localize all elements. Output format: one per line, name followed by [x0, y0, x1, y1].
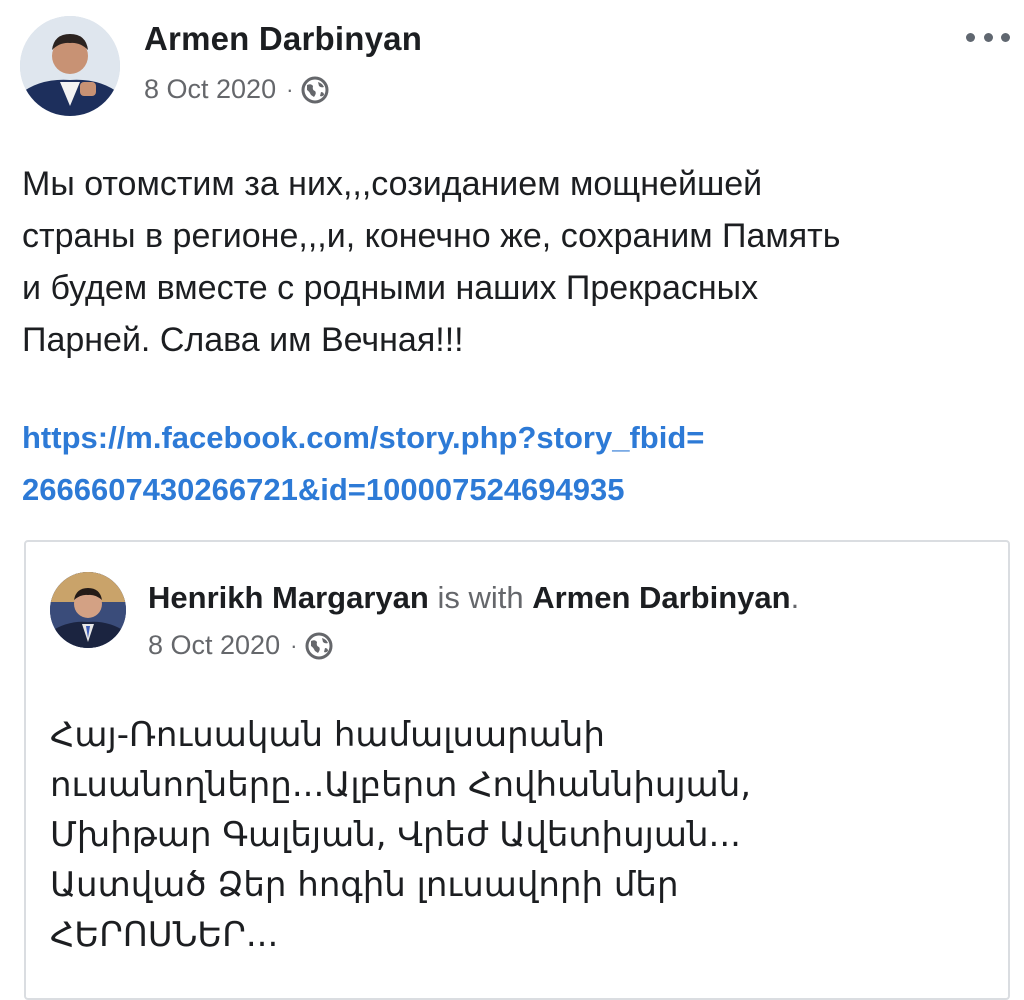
meta-separator: ·	[290, 632, 298, 658]
shared-with-text: is with	[428, 580, 533, 615]
post-text-line: и будем вместе с родными наших Прекрасны…	[22, 269, 759, 307]
shared-post-meta: 8 Oct 2020 ·	[148, 630, 333, 661]
post-meta: 8 Oct 2020 ·	[144, 74, 329, 105]
meta-separator: ·	[286, 76, 294, 102]
shared-post-date[interactable]: 8 Oct 2020	[148, 630, 280, 661]
shared-post-text: Հայ-Ռուսական համալսարանի ուսանողները...Ա…	[50, 710, 990, 960]
more-options-icon[interactable]	[966, 24, 1010, 50]
post-header: Armen Darbinyan 8 Oct 2020 ·	[20, 16, 1010, 116]
more-dot	[1001, 32, 1010, 42]
post-date[interactable]: 8 Oct 2020	[144, 74, 276, 105]
author-name[interactable]: Armen Darbinyan	[144, 20, 422, 58]
shared-text-line: Աստված Ձեր հոգին լուսավորի մեր	[50, 865, 679, 905]
shared-author-avatar[interactable]	[50, 572, 126, 648]
shared-author-name[interactable]: Henrikh Margaryan	[148, 580, 429, 615]
shared-period: .	[790, 580, 800, 615]
author-avatar[interactable]	[20, 16, 120, 116]
shared-text-line: ուսանողները...Ալբերտ Հովհաննիսյան,	[50, 765, 752, 805]
story-link[interactable]: https://m.facebook.com/story.php?story_f…	[22, 412, 1012, 516]
more-dot	[966, 32, 975, 42]
globe-icon	[305, 632, 333, 660]
shared-headline: Henrikh Margaryan is with Armen Darbinya…	[148, 580, 799, 616]
shared-tagged-name[interactable]: Armen Darbinyan	[532, 580, 790, 615]
shared-text-line: Հայ-Ռուսական համալսարանի	[50, 715, 605, 755]
post-text: Мы отомстим за них,,,созиданием мощнейше…	[22, 158, 1012, 366]
story-link-line[interactable]: https://m.facebook.com/story.php?story_f…	[22, 412, 1012, 464]
shared-text-line: ՀԵՐՈՍՆԵՐ...	[50, 915, 279, 955]
post-text-line: Парней. Слава им Вечная!!!	[22, 321, 464, 359]
shared-post-card[interactable]: Henrikh Margaryan is with Armen Darbinya…	[24, 540, 1010, 1000]
post-text-line: Мы отомстим за них,,,созиданием мощнейше…	[22, 165, 763, 203]
globe-icon	[301, 76, 329, 104]
more-dot	[983, 32, 993, 42]
shared-text-line: Մխիթար Գալեյան, Վրեժ Ավետիսյան...	[50, 815, 741, 855]
story-link-line[interactable]: 2666607430266721&id=100007524694935	[22, 464, 1012, 516]
post-text-line: страны в регионе,,,и, конечно же, сохран…	[22, 217, 841, 255]
